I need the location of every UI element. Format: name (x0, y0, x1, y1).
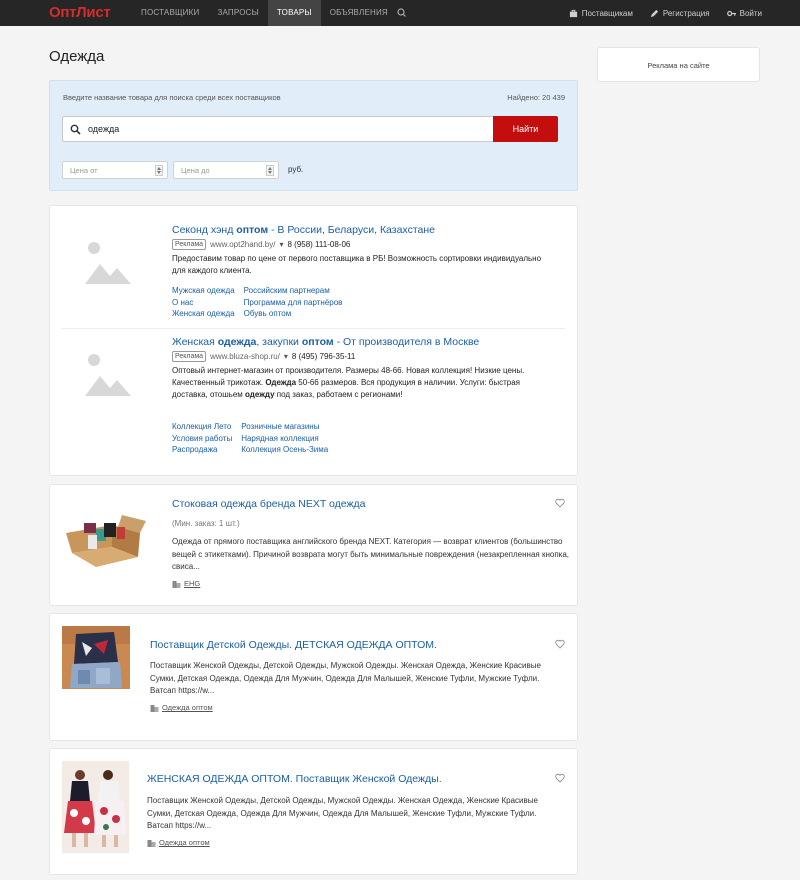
product-title[interactable]: Стоковая одежда бренда NEXT одежда (172, 498, 366, 510)
login-link[interactable]: Войти (726, 8, 762, 18)
ad-desc-1: Предоставим товар по цене от первого пос… (172, 254, 542, 275)
min-order: (Мин. заказ: 1 шт.) (172, 519, 240, 528)
building-icon (172, 580, 181, 588)
page-title: Одежда (49, 48, 105, 65)
side-ad-banner[interactable]: Реклама на сайте (597, 47, 760, 82)
product-title[interactable]: Поставщик Детской Одежды. ДЕТСКАЯ ОДЕЖДА… (150, 639, 437, 651)
top-navbar: ОптЛист ПОСТАВЩИКИ ЗАПРОСЫ ТОВАРЫ ОБЪЯВЛ… (0, 0, 800, 26)
heart-icon[interactable] (555, 498, 565, 508)
ads-card: Секонд хэнд оптом - В России, Беларуси, … (49, 205, 578, 476)
site-logo[interactable]: ОптЛист (49, 4, 111, 21)
ad-link[interactable]: Коллекция Осень-Зима (241, 444, 328, 456)
price-to-placeholder: Цена до (181, 166, 210, 175)
search-icon[interactable] (396, 6, 408, 20)
search-hint: Введите название товара для поиска среди… (63, 93, 281, 102)
ad-link[interactable]: Розничные магазины (241, 421, 328, 433)
nav-item-products[interactable]: ТОВАРЫ (267, 0, 321, 26)
price-from-placeholder: Цена от (70, 166, 98, 175)
heart-icon[interactable] (555, 773, 565, 783)
search-input[interactable]: одежда (62, 116, 494, 142)
nav-item-requests[interactable]: ЗАПРОСЫ (208, 0, 267, 26)
pencil-icon (650, 9, 658, 17)
product-card: Стоковая одежда бренда NEXT одежда (Мин.… (49, 484, 578, 606)
find-button[interactable]: Найти (493, 116, 558, 142)
supplier-link[interactable]: EHG (172, 579, 200, 588)
ad-link[interactable]: Мужская одежда (172, 285, 235, 297)
price-to-input[interactable]: Цена до (173, 161, 279, 179)
price-to-stepper[interactable] (266, 165, 274, 176)
ad-link[interactable]: Программа для партнёров (244, 297, 343, 309)
login-label: Войти (739, 8, 762, 18)
divider (62, 328, 565, 329)
dropdown-arrow-icon[interactable]: ▾ (284, 352, 288, 361)
ad-link[interactable]: Обувь оптом (244, 308, 343, 320)
image-placeholder-icon (85, 242, 131, 284)
currency-label: руб. (288, 165, 304, 174)
ad-phone[interactable]: 8 (958) 111-08-06 (287, 240, 350, 249)
ad-meta-1: Реклама www.opt2hand.by/ ▾ 8 (958) 111-0… (172, 239, 350, 250)
ad-link[interactable]: Женская одежда (172, 308, 235, 320)
ad-url[interactable]: www.bluza-shop.ru/ (210, 352, 280, 361)
heart-icon[interactable] (555, 639, 565, 649)
ad-links-2: Коллекция Лето Розничные магазины Услови… (172, 421, 328, 456)
ad-tag: Реклама (172, 239, 207, 250)
product-title[interactable]: ЖЕНСКАЯ ОДЕЖДА ОПТОМ. Поставщик Женской … (147, 773, 442, 785)
ad-title-1[interactable]: Секонд хэнд оптом - В России, Беларуси, … (172, 224, 435, 236)
dropdown-arrow-icon[interactable]: ▾ (279, 240, 283, 249)
register-link[interactable]: Регистрация (650, 9, 710, 18)
nav-item-ads[interactable]: ОБЪЯВЛЕНИЯ (321, 0, 397, 26)
ad-meta-2: Реклама www.bluza-shop.ru/ ▾ 8 (495) 796… (172, 351, 355, 362)
ad-links-1: Мужская одежда Российским партнерам О на… (172, 285, 342, 320)
suppliers-link[interactable]: Поставщикам (569, 9, 633, 18)
ad-link[interactable]: Российским партнерам (244, 285, 343, 297)
product-desc: Поставщик Женской Одежды, Детской Одежды… (147, 796, 538, 830)
ad-phone[interactable]: 8 (495) 796-35-11 (292, 352, 355, 361)
product-image[interactable] (62, 626, 130, 689)
suppliers-label: Поставщикам (581, 8, 633, 18)
ad-title-2[interactable]: Женская одежда, закупки оптом - От произ… (172, 336, 479, 348)
results-count: Найдено: 20 439 (507, 93, 565, 102)
product-card: Поставщик Детской Одежды. ДЕТСКАЯ ОДЕЖДА… (49, 613, 578, 741)
ad-link[interactable]: Нарядная коллекция (241, 433, 328, 445)
search-query: одежда (88, 124, 120, 134)
supplier-name[interactable]: Одежда оптом (162, 703, 213, 712)
search-panel: Введите название товара для поиска среди… (49, 80, 578, 191)
ad-desc-2: Оптовый интернет-магазин от производител… (172, 366, 525, 399)
product-desc: Поставщик Женской Одежды, Детской Одежды… (150, 661, 541, 695)
nav-right: Поставщикам Регистрация Войти (569, 0, 762, 26)
price-from-input[interactable]: Цена от (62, 161, 168, 179)
supplier-name[interactable]: Одежда оптом (159, 838, 210, 847)
search-icon (70, 124, 81, 135)
image-placeholder-icon (85, 354, 131, 396)
briefcase-icon (569, 9, 577, 17)
register-label: Регистрация (662, 8, 710, 18)
building-icon (150, 704, 159, 712)
ad-tag: Реклама (172, 351, 207, 362)
ad-link[interactable]: Распродажа (172, 444, 232, 456)
supplier-link[interactable]: Одежда оптом (150, 703, 213, 712)
supplier-link[interactable]: Одежда оптом (147, 838, 210, 847)
price-from-stepper[interactable] (155, 165, 163, 176)
nav-item-suppliers[interactable]: ПОСТАВЩИКИ (132, 0, 208, 26)
ad-link[interactable]: Коллекция Лето (172, 421, 232, 433)
main-nav: ПОСТАВЩИКИ ЗАПРОСЫ ТОВАРЫ ОБЪЯВЛЕНИЯ (132, 0, 397, 26)
product-image[interactable] (62, 761, 129, 853)
building-icon (147, 839, 156, 847)
key-icon (726, 10, 736, 16)
ad-url[interactable]: www.opt2hand.by/ (210, 240, 275, 249)
ad-link[interactable]: О нас (172, 297, 235, 309)
product-image[interactable] (62, 511, 152, 569)
ad-link[interactable]: Условия работы (172, 433, 232, 445)
product-desc: Одежда от прямого поставщика английского… (172, 537, 569, 571)
supplier-name[interactable]: EHG (184, 579, 200, 588)
product-card: ЖЕНСКАЯ ОДЕЖДА ОПТОМ. Поставщик Женской … (49, 748, 578, 875)
